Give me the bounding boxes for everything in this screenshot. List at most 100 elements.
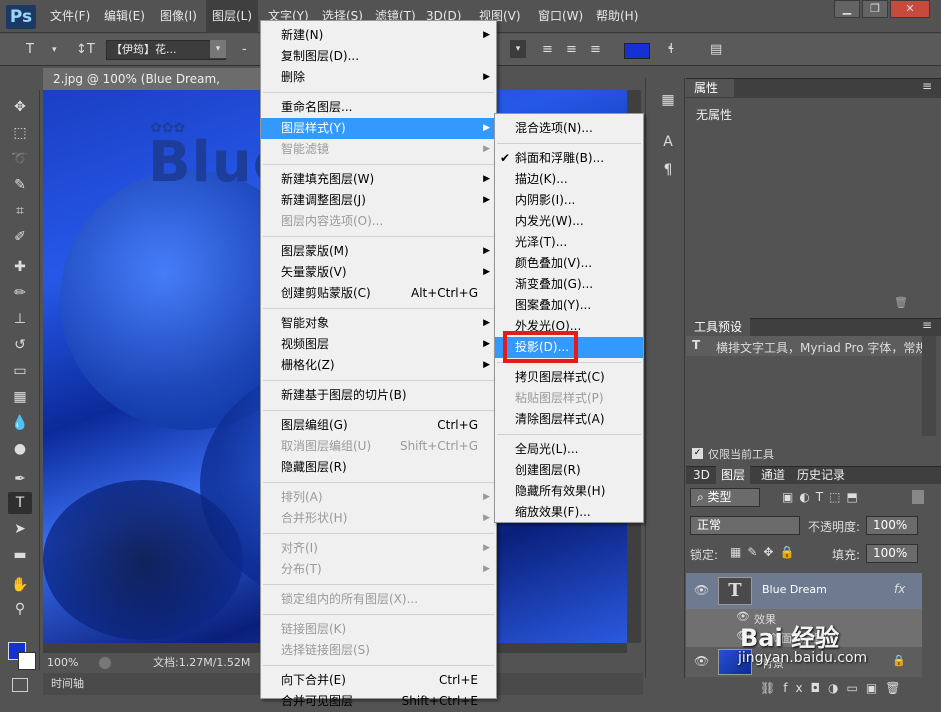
menu-item-栅格化[interactable]: 栅格化(Z) ▶ — [261, 355, 496, 376]
tab-tool-presets[interactable]: 工具预设 — [686, 318, 750, 336]
menu-item-清除图层样式[interactable]: 清除图层样式(A) — [495, 409, 643, 430]
zoom-tool-icon[interactable]: ⚲ — [8, 598, 32, 620]
tab-图层-1[interactable]: 图层 — [716, 466, 751, 484]
path-selection-tool-icon[interactable]: ➤ — [8, 518, 32, 540]
history-brush-tool-icon[interactable]: ↺ — [8, 334, 32, 356]
restore-button[interactable]: ❐ — [862, 0, 888, 18]
menu-item-混合选项[interactable]: 混合选项(N)... — [495, 118, 643, 139]
share-icon[interactable] — [99, 657, 111, 669]
character-panel-icon[interactable]: ▤ — [710, 39, 722, 61]
zoom-level[interactable]: 100% — [47, 653, 78, 673]
menu-item-全局光[interactable]: 全局光(L)... — [495, 439, 643, 460]
menu-item-合并可见图层[interactable]: 合并可见图层 Shift+Ctrl+E — [261, 691, 496, 712]
opacity-input[interactable]: 100% — [866, 516, 918, 535]
tab-properties[interactable]: 属性 — [686, 79, 734, 97]
menu-item-窗口[interactable]: 窗口(W) — [532, 0, 589, 33]
character-panel-icon[interactable]: A — [658, 134, 678, 154]
hand-tool-icon[interactable]: ✋ — [8, 574, 32, 596]
menu-item-图层[interactable]: 图层(L) — [206, 0, 259, 33]
menu-item-图层编组[interactable]: 图层编组(G) Ctrl+G — [261, 415, 496, 436]
filter-toggle[interactable] — [912, 490, 924, 504]
quick-mask-icon[interactable] — [12, 678, 28, 692]
menu-item-复制图层[interactable]: 复制图层(D)... — [261, 46, 496, 67]
menu-item-颜色叠加[interactable]: 颜色叠加(V)... — [495, 253, 643, 274]
background-color-swatch[interactable] — [18, 652, 36, 670]
menu-item-隐藏图层[interactable]: 隐藏图层(R) — [261, 457, 496, 478]
menu-item-渐变叠加[interactable]: 渐变叠加(G)... — [495, 274, 643, 295]
move-tool-icon[interactable]: ✥ — [8, 96, 32, 118]
dodge-tool-icon[interactable]: ● — [8, 438, 32, 460]
text-color-swatch[interactable] — [624, 43, 650, 59]
menu-item-重命名图层[interactable]: 重命名图层... — [261, 97, 496, 118]
tab-历史记录-3[interactable]: 历史记录 — [792, 466, 850, 484]
layers-footer-icons[interactable]: ⛓fx◘◑▭▣🗑 — [686, 677, 941, 699]
preset-row[interactable]: T 横排文字工具，Myriad Pro 字体，常规 — [686, 336, 922, 356]
align-center-icon[interactable]: ≡ — [566, 39, 577, 61]
menu-item-描边[interactable]: 描边(K)... — [495, 169, 643, 190]
menu-item-缩放效果[interactable]: 缩放效果(F)... — [495, 502, 643, 523]
menu-item-隐藏所有效果[interactable]: 隐藏所有效果(H) — [495, 481, 643, 502]
paragraph-panel-icon[interactable]: ¶ — [658, 162, 678, 182]
align-right-icon[interactable]: ≡ — [590, 39, 601, 61]
anti-alias-dropdown-icon[interactable]: ▾ — [510, 40, 526, 58]
type-tool-icon[interactable]: T — [26, 39, 34, 61]
history-panel-icon[interactable]: ▦ — [658, 92, 678, 112]
menu-item-新建调整图层[interactable]: 新建调整图层(J) ▶ — [261, 190, 496, 211]
menu-item-图层样式[interactable]: 图层样式(Y) ▶ — [261, 118, 496, 139]
quick-select-tool-icon[interactable]: ✎ — [8, 174, 32, 196]
warp-text-icon[interactable]: ɬ — [668, 39, 674, 61]
menu-item-矢量蒙版[interactable]: 矢量蒙版(V) ▶ — [261, 262, 496, 283]
tool-preset-dropdown-icon[interactable]: ▾ — [52, 39, 57, 61]
document-tab[interactable]: 2.jpg @ 100% (Blue Dream, RGB/8#) * — [43, 68, 261, 108]
menu-item-视频图层[interactable]: 视频图层 ▶ — [261, 334, 496, 355]
filter-icons[interactable]: ▣◐T⬚⬒ — [782, 490, 864, 504]
close-button[interactable]: ✕ — [890, 0, 930, 18]
fx-icon[interactable]: fx — [894, 582, 905, 596]
menu-item-内阴影[interactable]: 内阴影(I)... — [495, 190, 643, 211]
layer-name[interactable]: Blue Dream — [762, 583, 827, 596]
lock-icons[interactable]: ▦✎✥🔒 — [730, 545, 800, 559]
menu-item-编辑[interactable]: 编辑(E) — [98, 0, 151, 33]
tab-3d-0[interactable]: 3D — [688, 466, 715, 484]
presets-scrollbar[interactable] — [922, 336, 936, 436]
text-orientation-icon[interactable]: ↕T — [76, 39, 95, 61]
menu-item-拷贝图层样式[interactable]: 拷贝图层样式(C) — [495, 367, 643, 388]
panel-menu-icon[interactable]: ≡ — [922, 79, 932, 93]
blend-mode-select[interactable]: 正常 — [690, 516, 800, 535]
rectangle-tool-icon[interactable]: ▬ — [8, 544, 32, 566]
menu-item-删除[interactable]: 删除 ▶ — [261, 67, 496, 88]
blur-tool-icon[interactable]: 💧 — [8, 412, 32, 434]
menu-item-新建填充图层[interactable]: 新建填充图层(W) ▶ — [261, 169, 496, 190]
trash-icon[interactable]: 🗑 — [894, 296, 908, 309]
menu-item-向下合并[interactable]: 向下合并(E) Ctrl+E — [261, 670, 496, 691]
filter-type-select[interactable]: ⌕ 类型 — [690, 488, 760, 507]
eraser-tool-icon[interactable]: ▭ — [8, 360, 32, 382]
eyedropper-tool-icon[interactable]: ✐ — [8, 226, 32, 248]
menu-item-光泽[interactable]: 光泽(T)... — [495, 232, 643, 253]
pen-tool-icon[interactable]: ✒ — [8, 468, 32, 490]
brush-tool-icon[interactable]: ✏ — [8, 282, 32, 304]
menu-item-创建图层[interactable]: 创建图层(R) — [495, 460, 643, 481]
menu-item-新建基于图层的切片[interactable]: 新建基于图层的切片(B) — [261, 385, 496, 406]
gradient-tool-icon[interactable]: ▦ — [8, 386, 32, 408]
crop-tool-icon[interactable]: ⌗ — [8, 200, 32, 222]
fill-input[interactable]: 100% — [866, 544, 918, 563]
font-family-select[interactable]: 【伊筠】花... — [106, 40, 226, 60]
menu-item-斜面和浮雕[interactable]: ✔ 斜面和浮雕(B)... — [495, 148, 643, 169]
healing-brush-tool-icon[interactable]: ✚ — [8, 256, 32, 278]
menu-item-图案叠加[interactable]: 图案叠加(Y)... — [495, 295, 643, 316]
font-dropdown-icon[interactable]: ▾ — [210, 40, 226, 58]
marquee-tool-icon[interactable]: ⬚ — [8, 122, 32, 144]
menu-item-新建[interactable]: 新建(N) ▶ — [261, 25, 496, 46]
menu-item-内发光[interactable]: 内发光(W)... — [495, 211, 643, 232]
panel-menu-icon[interactable]: ≡ — [922, 318, 932, 332]
menu-item-帮助[interactable]: 帮助(H) — [590, 0, 644, 33]
visibility-eye-icon[interactable]: 👁 — [694, 654, 709, 668]
layer-row-text[interactable]: 👁 T Blue Dream fx — [686, 573, 922, 609]
align-left-icon[interactable]: ≡ — [542, 39, 553, 61]
type-tool-icon[interactable]: T — [8, 492, 32, 514]
lasso-tool-icon[interactable]: ➰ — [8, 148, 32, 170]
menu-item-创建剪贴蒙版[interactable]: 创建剪贴蒙版(C) Alt+Ctrl+G — [261, 283, 496, 304]
tab-通道-2[interactable]: 通道 — [756, 466, 790, 484]
visibility-eye-icon[interactable]: 👁 — [694, 583, 709, 597]
